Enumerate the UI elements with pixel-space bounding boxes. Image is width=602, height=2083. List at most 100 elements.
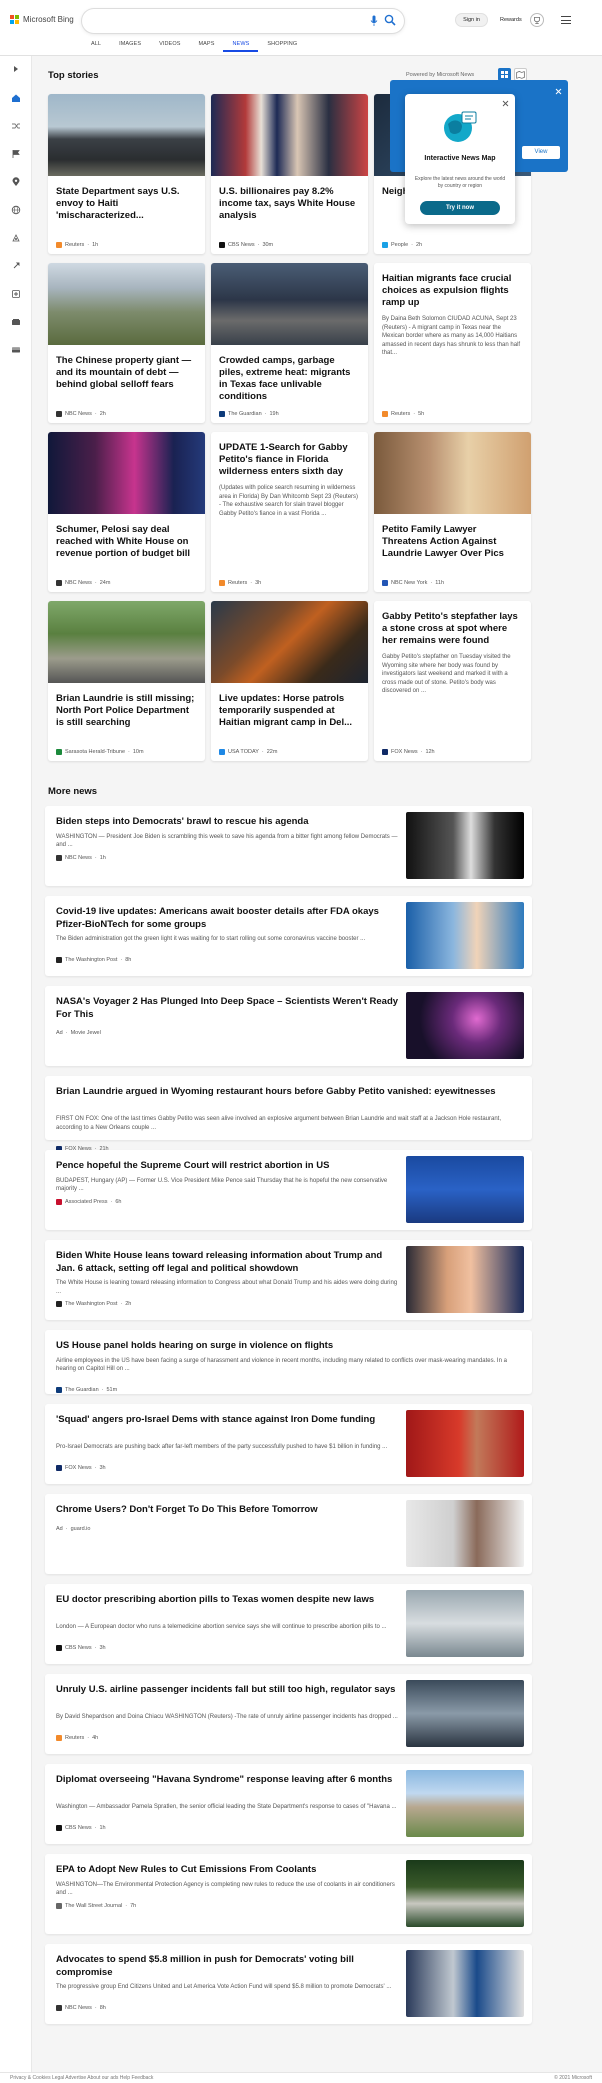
top-story-card[interactable]: U.S. billionaires pay 8.2% income tax, s… xyxy=(211,94,368,254)
publisher-name[interactable]: CBS News xyxy=(65,1645,92,1651)
story-headline[interactable]: Schumer, Pelosi say deal reached with Wh… xyxy=(48,524,205,560)
science-rocket-icon[interactable] xyxy=(11,261,21,271)
publisher-name[interactable]: The Guardian xyxy=(65,1387,99,1393)
news-list-item[interactable]: Biden White House leans toward releasing… xyxy=(45,1240,532,1320)
flag-icon[interactable] xyxy=(11,149,21,159)
story-image[interactable] xyxy=(211,601,368,683)
story-image[interactable] xyxy=(48,601,205,683)
try-it-now-button[interactable]: Try it now xyxy=(420,201,500,215)
publisher-name[interactable]: FOX News xyxy=(65,1465,92,1471)
news-list-item[interactable]: Diplomat overseeing "Havana Syndrome" re… xyxy=(45,1764,532,1844)
advertiser-name[interactable]: Movie Jewel xyxy=(71,1030,101,1036)
top-story-card[interactable]: The Chinese property giant — and its mou… xyxy=(48,263,205,423)
top-story-card[interactable]: Brian Laundrie is still missing; North P… xyxy=(48,601,205,761)
news-headline[interactable]: Pence hopeful the Supreme Court will res… xyxy=(56,1160,401,1173)
news-list-item[interactable]: Covid-19 live updates: Americans await b… xyxy=(45,896,532,976)
bing-logo[interactable]: Microsoft Bing xyxy=(10,15,74,24)
publisher-name[interactable]: FOX News xyxy=(391,749,418,755)
news-thumbnail[interactable] xyxy=(406,1410,524,1477)
story-headline[interactable]: Crowded camps, garbage piles, extreme he… xyxy=(211,355,368,403)
news-list-item[interactable]: Chrome Users? Don't Forget To Do This Be… xyxy=(45,1494,532,1574)
story-image[interactable] xyxy=(48,94,205,176)
story-image[interactable] xyxy=(211,94,368,176)
news-thumbnail[interactable] xyxy=(406,902,524,969)
story-image[interactable] xyxy=(211,263,368,345)
news-headline[interactable]: Biden steps into Democrats' brawl to res… xyxy=(56,816,401,829)
publisher-name[interactable]: NBC News xyxy=(65,2005,92,2011)
publisher-name[interactable]: Reuters xyxy=(65,1735,84,1741)
shuffle-icon[interactable] xyxy=(11,121,21,131)
top-story-card[interactable]: Live updates: Horse patrols temporarily … xyxy=(211,601,368,761)
news-list-item[interactable]: NASA's Voyager 2 Has Plunged Into Deep S… xyxy=(45,986,532,1066)
sports-icon[interactable] xyxy=(11,233,21,243)
publisher-name[interactable]: Reuters xyxy=(228,580,247,586)
story-image[interactable] xyxy=(48,432,205,514)
publisher-name[interactable]: The Guardian xyxy=(228,411,262,417)
news-thumbnail[interactable] xyxy=(406,992,524,1059)
expand-chevron-icon[interactable] xyxy=(11,64,21,74)
card-icon[interactable] xyxy=(11,345,21,355)
news-thumbnail[interactable] xyxy=(406,1680,524,1747)
top-story-card[interactable]: Petito Family Lawyer Threatens Action Ag… xyxy=(374,432,531,592)
story-headline[interactable]: Live updates: Horse patrols temporarily … xyxy=(211,693,368,729)
news-headline[interactable]: Chrome Users? Don't Forget To Do This Be… xyxy=(56,1504,401,1517)
news-headline[interactable]: Biden White House leans toward releasing… xyxy=(56,1250,401,1275)
news-list-item[interactable]: Biden steps into Democrats' brawl to res… xyxy=(45,806,532,886)
news-list-item[interactable]: Unruly U.S. airline passenger incidents … xyxy=(45,1674,532,1754)
news-thumbnail[interactable] xyxy=(406,1500,524,1567)
microphone-icon[interactable] xyxy=(370,15,378,27)
publisher-name[interactable]: The Wall Street Journal xyxy=(65,1903,122,1909)
news-list-item[interactable]: Advocates to spend $5.8 million in push … xyxy=(45,1944,532,2024)
news-headline[interactable]: Diplomat overseeing "Havana Syndrome" re… xyxy=(56,1774,401,1787)
publisher-name[interactable]: NBC News xyxy=(65,411,92,417)
news-thumbnail[interactable] xyxy=(406,1770,524,1837)
news-list-item[interactable]: 'Squad' angers pro-Israel Dems with stan… xyxy=(45,1404,532,1484)
story-image[interactable] xyxy=(374,432,531,514)
globe-icon[interactable] xyxy=(11,205,21,215)
publisher-name[interactable]: People xyxy=(391,242,408,248)
search-icon[interactable] xyxy=(384,14,396,26)
publisher-name[interactable]: CBS News xyxy=(65,1825,92,1831)
news-thumbnail[interactable] xyxy=(406,1246,524,1313)
news-list-item[interactable]: EPA to Adopt New Rules to Cut Emissions … xyxy=(45,1854,532,1934)
news-thumbnail[interactable] xyxy=(406,1590,524,1657)
news-thumbnail[interactable] xyxy=(406,1156,524,1223)
publisher-name[interactable]: The Washington Post xyxy=(65,957,117,963)
publisher-name[interactable]: Reuters xyxy=(65,242,84,248)
story-headline[interactable]: Petito Family Lawyer Threatens Action Ag… xyxy=(374,524,531,560)
money-icon[interactable] xyxy=(11,317,21,327)
story-headline[interactable]: U.S. billionaires pay 8.2% income tax, s… xyxy=(211,186,368,222)
story-headline[interactable]: State Department says U.S. envoy to Hait… xyxy=(48,186,205,222)
health-icon[interactable] xyxy=(11,289,21,299)
story-image[interactable] xyxy=(48,263,205,345)
news-headline[interactable]: EU doctor prescribing abortion pills to … xyxy=(56,1594,401,1607)
top-story-card[interactable]: Haitian migrants face crucial choices as… xyxy=(374,263,531,423)
publisher-name[interactable]: USA TODAY xyxy=(228,749,259,755)
news-headline[interactable]: Covid-19 live updates: Americans await b… xyxy=(56,906,401,931)
story-headline[interactable]: The Chinese property giant — and its mou… xyxy=(48,355,205,391)
rewards-link[interactable]: Rewards xyxy=(500,17,522,23)
news-headline[interactable]: US House panel holds hearing on surge in… xyxy=(56,1340,521,1353)
tab-images[interactable]: IMAGES xyxy=(110,40,150,52)
top-story-card[interactable]: Crowded camps, garbage piles, extreme he… xyxy=(211,263,368,423)
tab-shopping[interactable]: SHOPPING xyxy=(258,40,306,52)
story-headline[interactable]: UPDATE 1-Search for Gabby Petito's fianc… xyxy=(211,442,368,478)
news-thumbnail[interactable] xyxy=(406,812,524,879)
publisher-name[interactable]: CBS News xyxy=(228,242,255,248)
rewards-trophy-icon[interactable] xyxy=(530,13,544,27)
sign-in-button[interactable]: Sign in xyxy=(455,13,488,27)
publisher-name[interactable]: NBC News xyxy=(65,580,92,586)
home-icon[interactable] xyxy=(11,93,21,103)
view-map-button[interactable]: View xyxy=(522,146,560,159)
backdrop-close-icon[interactable] xyxy=(555,88,562,95)
tab-all[interactable]: ALL xyxy=(82,40,110,52)
news-headline[interactable]: 'Squad' angers pro-Israel Dems with stan… xyxy=(56,1414,401,1427)
news-list-item[interactable]: US House panel holds hearing on surge in… xyxy=(45,1330,532,1394)
news-thumbnail[interactable] xyxy=(406,1950,524,2017)
publisher-name[interactable]: Sarasota Herald-Tribune xyxy=(65,749,125,755)
top-story-card[interactable]: State Department says U.S. envoy to Hait… xyxy=(48,94,205,254)
menu-icon[interactable] xyxy=(561,16,571,24)
story-headline[interactable]: Brian Laundrie is still missing; North P… xyxy=(48,693,205,729)
story-headline[interactable]: Gabby Petito's stepfather lays a stone c… xyxy=(374,611,531,647)
publisher-name[interactable]: Reuters xyxy=(391,411,410,417)
